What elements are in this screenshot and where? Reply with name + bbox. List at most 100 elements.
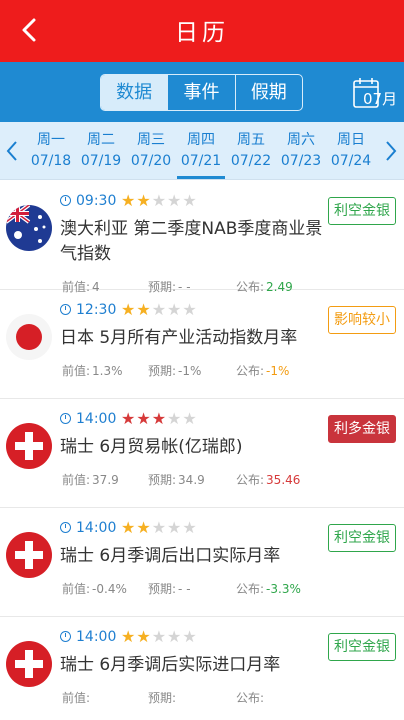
clock-icon [60,413,71,424]
previous-value-value: 37.9 [92,473,119,487]
event-time-text: 14:00 [76,520,117,536]
previous-value-value: -0.4% [92,582,127,596]
impact-badge: 利多金银 [328,415,396,443]
day-date: 07/24 [330,153,372,169]
star-empty-icon: ★ [167,518,183,537]
event-time-text: 14:00 [76,411,117,427]
previous-value-label: 前值: [62,582,91,596]
star-empty-icon: ★ [167,191,183,210]
day-weekday: 周五 [237,132,265,148]
prev-week-arrow-icon[interactable] [5,140,19,162]
day-item[interactable]: 周三 07/20 [126,130,176,172]
star-filled-icon: ★ [151,409,168,428]
star-empty-icon: ★ [182,518,198,537]
actual-value: 公布: 35.46 [236,471,300,488]
previous-value: 前值: -0.4% [62,580,127,597]
star-empty-icon: ★ [151,518,168,537]
selected-day-indicator [177,176,225,179]
star-filled-icon: ★ [121,409,137,428]
previous-value-label: 前值: [62,364,91,378]
clock-icon [60,304,71,315]
previous-value: 前值: 37.9 [62,471,119,488]
star-empty-icon: ★ [182,409,198,428]
star-empty-icon: ★ [182,627,198,646]
day-item[interactable]: 周二 07/19 [76,130,126,172]
switzerland-flag-icon [6,423,52,469]
forecast-value-value: -1% [178,364,202,378]
impact-badge: 影响较小 [328,306,396,334]
day-item-selected[interactable]: 周四 07/21 [176,130,226,172]
star-empty-icon: ★ [151,627,168,646]
forecast-value: 预期: -1% [148,362,201,379]
event-item[interactable]: 09:30 ★★★★★ 澳大利亚 第二季度NAB季度商业景气指数 利空金银 前值: 4 预期… [0,181,404,294]
switzerland-flag-icon [6,532,52,578]
forecast-value-value: - - [178,582,191,596]
day-weekday: 周三 [137,132,165,148]
forecast-value: 预期: - - [148,580,191,597]
day-date: 07/22 [230,153,272,169]
day-weekday: 周二 [87,132,115,148]
impact-badge: 利空金银 [328,197,396,225]
impact-badge: 利空金银 [328,633,396,661]
day-item[interactable]: 周六 07/23 [276,130,326,172]
star-filled-icon: ★ [136,191,152,210]
actual-value-value: 35.46 [266,473,301,487]
previous-value-value: 1.3% [92,364,123,378]
star-filled-icon: ★ [121,300,137,319]
previous-value-label: 前值: [62,691,91,705]
tab-events[interactable]: 事件 [168,75,236,110]
title-bar: 日历 [0,0,404,62]
page-title: 日历 [175,20,229,46]
event-title: 瑞士 6月贸易帐(亿瑞郎) [60,437,243,457]
actual-value-label: 公布: [236,473,265,487]
event-item[interactable]: 14:00 ★★★★★ 瑞士 6月贸易帐(亿瑞郎) 利多金银前值: 37.9 预期: 34.… [0,399,404,508]
event-title: 澳大利亚 第二季度NAB季度商业景气指数 [60,219,323,264]
day-date: 07/23 [280,153,322,169]
star-empty-icon: ★ [167,300,183,319]
forecast-value: 预期: [148,689,178,706]
forecast-value: 预期: 34.9 [148,471,205,488]
calendar-month-label[interactable]: 07月 [363,88,397,109]
day-weekday: 周六 [287,132,315,148]
star-empty-icon: ★ [151,300,168,319]
event-item[interactable]: 14:00 ★★★★★ 瑞士 6月季调后实际进口月率 利空金银 前值: 预期: 公布: [0,617,404,720]
star-filled-icon: ★ [121,518,137,537]
event-time: 14:00 [60,520,116,536]
event-item[interactable]: 14:00 ★★★★★ 瑞士 6月季调后出口实际月率 利空金银 前值: -0.4% 预期: -… [0,508,404,617]
day-date: 07/18 [30,153,72,169]
day-weekday: 周日 [337,132,365,148]
clock-icon [60,631,71,642]
importance-stars: ★★★★★ [121,518,198,537]
event-title: 瑞士 6月季调后出口实际月率 [60,546,281,566]
day-date: 07/20 [130,153,172,169]
star-filled-icon: ★ [136,518,152,537]
switzerland-flag-icon [6,641,52,687]
day-date: 07/21 [180,153,222,169]
forecast-value-value: 34.9 [178,473,205,487]
star-filled-icon: ★ [136,627,152,646]
star-empty-icon: ★ [182,300,198,319]
tab-holidays[interactable]: 假期 [236,75,302,110]
impact-badge: 利空金银 [328,524,396,552]
event-time: 09:30 [60,193,116,209]
importance-stars: ★★★★★ [121,409,198,428]
actual-value-label: 公布: [236,582,265,596]
forecast-value-label: 预期: [148,691,177,705]
day-item[interactable]: 周五 07/22 [226,130,276,172]
tab-data[interactable]: 数据 [101,75,169,110]
event-item[interactable]: 12:30 ★★★★★ 日本 5月所有产业活动指数月率 影响较小 前值: 1.3% 预期: -… [0,290,404,399]
day-item[interactable]: 周一 07/18 [26,130,76,172]
previous-value-label: 前值: [62,473,91,487]
star-empty-icon: ★ [167,409,183,428]
event-time-text: 14:00 [76,629,117,645]
day-item[interactable]: 周日 07/24 [326,130,376,172]
event-title: 瑞士 6月季调后实际进口月率 [60,655,281,675]
star-empty-icon: ★ [182,191,198,210]
actual-value-value: -3.3% [266,582,301,596]
next-week-arrow-icon[interactable] [384,140,398,162]
event-title: 日本 5月所有产业活动指数月率 [60,328,298,348]
star-empty-icon: ★ [167,627,183,646]
segmented-control: 数据 事件 假期 [100,74,303,111]
actual-value: 公布: -1% [236,362,289,379]
day-weekday: 周一 [37,132,65,148]
